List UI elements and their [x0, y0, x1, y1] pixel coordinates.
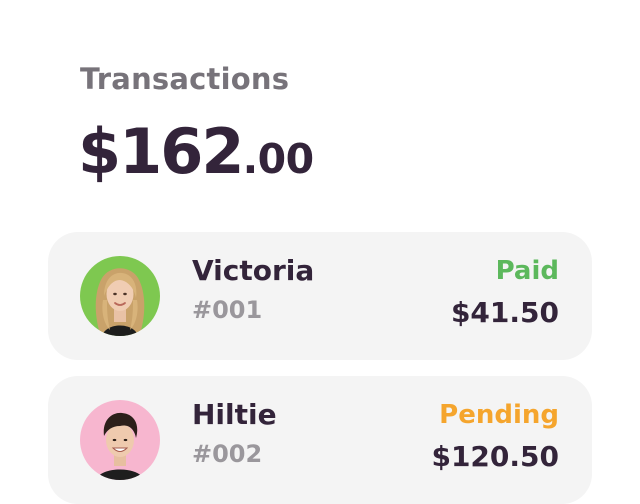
status-badge: Pending [439, 400, 559, 430]
total-amount-minor: .00 [242, 135, 315, 183]
customer-name: Victoria [192, 254, 315, 287]
transaction-id: #001 [192, 296, 263, 324]
avatar-woman-image [80, 256, 160, 336]
transaction-amount: $120.50 [431, 440, 559, 473]
transaction-card[interactable]: Victoria #001 Paid $41.50 [48, 232, 592, 360]
total-amount: $162.00 [78, 112, 314, 192]
customer-name: Hiltie [192, 398, 277, 431]
section-title: Transactions [80, 62, 290, 96]
transactions-screen: Transactions $162.00 Victoria #001 Paid … [0, 0, 640, 504]
avatar-man-image [80, 400, 160, 480]
transaction-id: #002 [192, 440, 263, 468]
transaction-card[interactable]: Hiltie #002 Pending $120.50 [48, 376, 592, 504]
avatar [80, 400, 160, 480]
status-badge: Paid [495, 256, 559, 286]
transaction-amount: $41.50 [450, 296, 559, 329]
avatar [80, 256, 160, 336]
total-amount-major: $162 [78, 115, 245, 188]
